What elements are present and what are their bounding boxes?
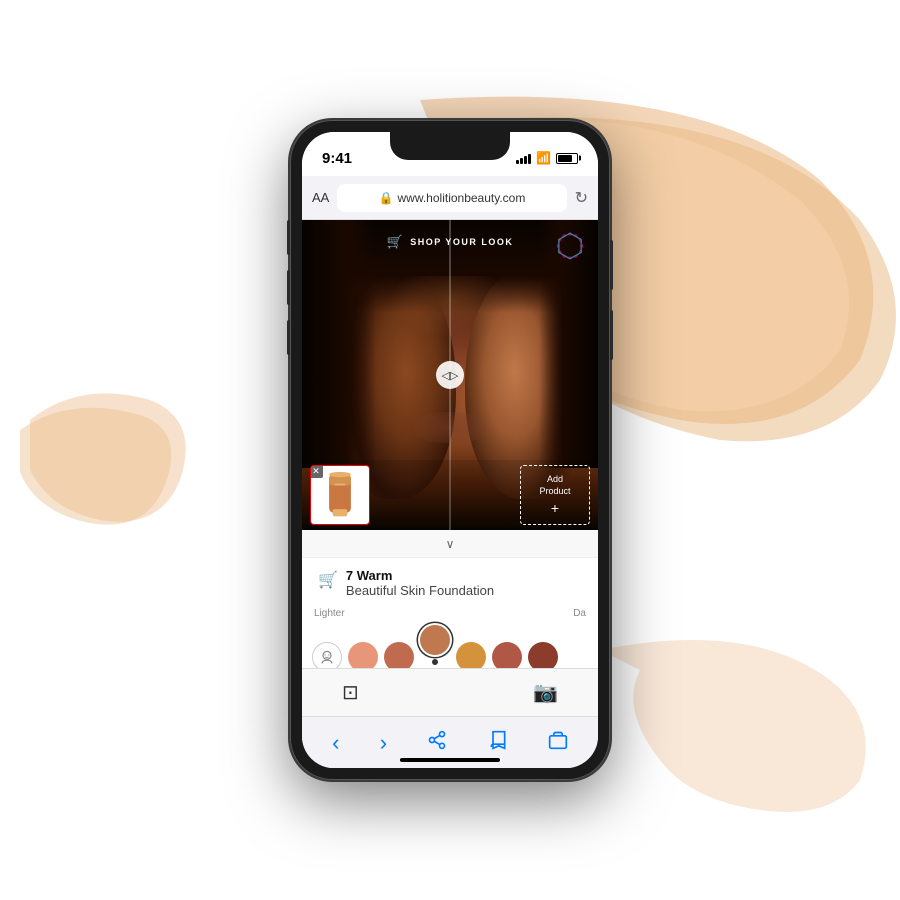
product-basket-icon: 🛒 — [318, 570, 338, 590]
browser-bar[interactable]: AA 🔒 www.holitionbeauty.com ↻ — [302, 176, 598, 220]
signal-bar-4 — [528, 154, 531, 164]
tabs-button[interactable] — [540, 726, 576, 759]
product-info: 🛒 7 Warm Beautiful Skin Foundation — [302, 558, 598, 604]
bookmarks-button[interactable] — [480, 726, 516, 759]
browser-url-bar[interactable]: 🔒 www.holitionbeauty.com — [337, 184, 566, 212]
split-handle[interactable]: ◁▷ — [436, 361, 464, 389]
camera-capture-icon[interactable]: 📷 — [533, 680, 558, 705]
product-close-button[interactable]: ✕ — [310, 465, 323, 478]
status-icons: 📶 — [516, 151, 578, 165]
product-name-label: Beautiful Skin Foundation — [346, 583, 494, 598]
refresh-icon[interactable]: ↻ — [575, 188, 588, 208]
lighter-label: Lighter — [314, 608, 345, 619]
home-indicator — [400, 758, 500, 762]
wifi-icon: 📶 — [536, 151, 551, 165]
browser-text-size[interactable]: AA — [312, 190, 329, 205]
signal-bar-3 — [524, 156, 527, 164]
shade-range-labels: Lighter Da — [310, 608, 590, 619]
camera-ar-area: 🛒 SHOP YOUR LOOK ◁▷ — [302, 220, 598, 530]
signal-bar-1 — [516, 160, 519, 164]
phone-screen: 9:41 📶 AA 🔒 www.holitionbeauty.com — [302, 132, 598, 768]
add-product-label: AddProduct — [539, 474, 570, 497]
back-button[interactable]: ‹ — [324, 726, 347, 760]
lock-icon: 🔒 — [379, 191, 394, 205]
shop-label-text: SHOP YOUR LOOK — [410, 237, 513, 247]
holition-logo — [554, 230, 586, 262]
signal-icon — [516, 152, 531, 164]
battery-fill — [558, 155, 572, 162]
split-arrows-icon: ◁▷ — [442, 369, 459, 382]
product-shade-label: 7 Warm — [346, 568, 494, 583]
shop-basket-icon: 🛒 — [387, 234, 405, 250]
status-time: 9:41 — [322, 150, 352, 167]
product-name-block: 7 Warm Beautiful Skin Foundation — [346, 568, 494, 598]
closest-match-indicator — [432, 659, 438, 665]
chevron-down-icon[interactable]: ∨ — [446, 537, 455, 551]
product-thumbnail[interactable]: ✕ — [310, 465, 370, 525]
phone-notch — [390, 132, 510, 160]
darker-label: Da — [573, 608, 586, 619]
forward-button[interactable]: › — [372, 726, 395, 760]
chevron-bar[interactable]: ∨ — [302, 530, 598, 558]
add-product-plus-icon: + — [551, 500, 559, 516]
bottom-panel: ∨ 🛒 7 Warm Beautiful Skin Foundation Lig… — [302, 530, 598, 768]
signal-bar-2 — [520, 158, 523, 164]
compare-icon[interactable]: ⊡ — [342, 680, 359, 705]
battery-icon — [556, 153, 578, 164]
shade-dot-3-selected[interactable] — [420, 625, 450, 655]
phone-device: 9:41 📶 AA 🔒 www.holitionbeauty.com — [290, 120, 610, 780]
foundation-tube-image — [320, 470, 360, 520]
bottom-toolbar: ⊡ 📷 — [302, 668, 598, 716]
shop-label[interactable]: 🛒 SHOP YOUR LOOK — [387, 234, 514, 250]
product-panel: ✕ AddProduct + — [302, 460, 598, 530]
url-text: www.holitionbeauty.com — [398, 191, 526, 205]
add-product-button[interactable]: AddProduct + — [520, 465, 590, 525]
share-button[interactable] — [419, 726, 455, 759]
